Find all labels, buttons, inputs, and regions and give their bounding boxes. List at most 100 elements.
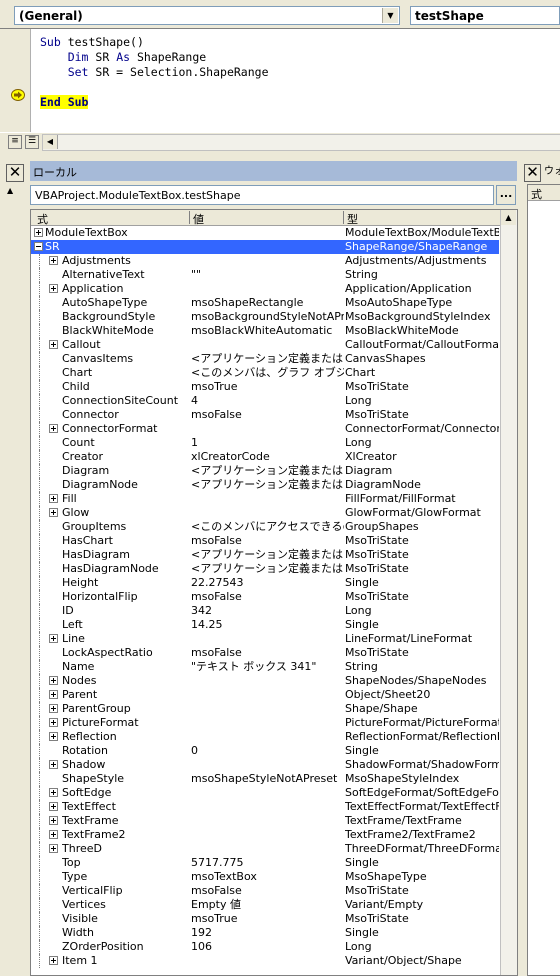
variable-row[interactable]: CanvasItems <アプリケーション定義またはオブジェクト定義のエラーです。…	[31, 352, 499, 366]
expand-icon[interactable]	[49, 788, 58, 797]
variable-row[interactable]: Visible msoTrue MsoTriState	[31, 912, 499, 926]
expand-icon[interactable]	[49, 732, 58, 741]
variable-row[interactable]: Shadow ShadowFormat/ShadowFormat	[31, 758, 499, 772]
variable-row[interactable]: SR ShapeRange/ShapeRange	[31, 240, 499, 254]
variable-row[interactable]: ConnectionSiteCount 4 Long	[31, 394, 499, 408]
variable-row[interactable]: ID 342 Long	[31, 604, 499, 618]
header-expression[interactable]: 式	[37, 211, 48, 227]
chevron-down-icon[interactable]: ▼	[382, 8, 398, 23]
variable-row[interactable]: Vertices Empty 値 Variant/Empty	[31, 898, 499, 912]
variable-row[interactable]: BlackWhiteMode msoBlackWhiteAutomatic MsoB…	[31, 324, 499, 338]
variable-row[interactable]: Callout CalloutFormat/CalloutFormat	[31, 338, 499, 352]
expand-icon[interactable]	[49, 284, 58, 293]
variable-row[interactable]: TextFrame2 TextFrame2/TextFrame2	[31, 828, 499, 842]
variable-row[interactable]: Type msoTextBox MsoShapeType	[31, 870, 499, 884]
variable-row[interactable]: Name "テキスト ボックス 341" String	[31, 660, 499, 674]
header-divider[interactable]	[343, 211, 344, 224]
expand-icon[interactable]	[49, 424, 58, 433]
variable-row[interactable]: Adjustments Adjustments/Adjustments	[31, 254, 499, 268]
variable-row[interactable]: HorizontalFlip msoFalse MsoTriState	[31, 590, 499, 604]
procedure-combo[interactable]: testShape	[410, 6, 560, 25]
variable-row[interactable]: TextFrame TextFrame/TextFrame	[31, 814, 499, 828]
expand-icon[interactable]	[49, 508, 58, 517]
variable-row[interactable]: Rotation 0 Single	[31, 744, 499, 758]
variable-row[interactable]: Parent Object/Sheet20	[31, 688, 499, 702]
variable-row[interactable]: Nodes ShapeNodes/ShapeNodes	[31, 674, 499, 688]
variable-row[interactable]: ModuleTextBox ModuleTextBox/ModuleTextBox	[31, 226, 499, 240]
variable-row[interactable]: HasDiagramNode <アプリケーション定義またはオブジェクト定義のエラー…	[31, 562, 499, 576]
expand-icon[interactable]	[49, 256, 58, 265]
expand-icon[interactable]	[49, 816, 58, 825]
expand-icon[interactable]	[49, 690, 58, 699]
variable-row[interactable]: SoftEdge SoftEdgeFormat/SoftEdgeFormat	[31, 786, 499, 800]
expand-icon[interactable]	[49, 704, 58, 713]
scroll-up-icon[interactable]: ▲	[501, 210, 516, 225]
header-type[interactable]: 型	[347, 211, 358, 227]
procedure-view-icon[interactable]: ≡	[8, 135, 22, 149]
expand-icon[interactable]	[49, 830, 58, 839]
variable-row[interactable]: DiagramNode<アプリケーション定義またはオブジェクト定義のエラーです。…	[31, 478, 499, 492]
call-stack-button[interactable]: ...	[496, 185, 516, 205]
variable-row[interactable]: Width 192 Single	[31, 926, 499, 940]
code-line[interactable]: Sub testShape()	[40, 35, 144, 50]
variable-row[interactable]: Glow GlowFormat/GlowFormat	[31, 506, 499, 520]
expand-icon[interactable]	[49, 760, 58, 769]
variable-row[interactable]: ConnectorFormat ConnectorFormat/Connector…	[31, 422, 499, 436]
variable-row[interactable]: BackgroundStyle msoBackgroundStyleNotAPre…	[31, 310, 499, 324]
watch-header-expression[interactable]: 式	[531, 186, 542, 202]
variable-row[interactable]: Top 5717.775 Single	[31, 856, 499, 870]
variable-row[interactable]: Fill FillFormat/FillFormat	[31, 492, 499, 506]
expand-icon[interactable]	[34, 228, 43, 237]
vertical-scrollbar[interactable]: ▲	[500, 210, 517, 975]
variable-row[interactable]: HasDiagram <アプリケーション定義またはオブジェクト定義のエラーです。>…	[31, 548, 499, 562]
variable-row[interactable]: HasChart msoFalse MsoTriState	[31, 534, 499, 548]
expand-icon[interactable]	[49, 494, 58, 503]
code-editor[interactable]: Sub testShape() Dim SR As ShapeRange Set…	[0, 28, 560, 133]
variable-row[interactable]: VerticalFlip msoFalse MsoTriState	[31, 884, 499, 898]
variable-row[interactable]: Creator xlCreatorCode XlCreator	[31, 450, 499, 464]
variable-row[interactable]: Connector msoFalse MsoTriState	[31, 408, 499, 422]
expand-icon[interactable]	[49, 844, 58, 853]
variable-row[interactable]: Child msoTrue MsoTriState	[31, 380, 499, 394]
variable-row[interactable]: ParentGroup Shape/Shape	[31, 702, 499, 716]
expand-icon[interactable]	[49, 634, 58, 643]
variable-row[interactable]: Diagram<アプリケーション定義またはオブジェクト定義のエラーです。>Dia…	[31, 464, 499, 478]
variable-row[interactable]: Height 22.27543 Single	[31, 576, 499, 590]
header-divider[interactable]	[189, 211, 190, 224]
code-line[interactable]: Dim SR As ShapeRange	[40, 50, 207, 65]
variable-row[interactable]: Count 1 Long	[31, 436, 499, 450]
variable-row[interactable]: ShapeStyle msoShapeStyleNotAPreset MsoShap…	[31, 772, 499, 786]
code-line[interactable]: End Sub	[40, 95, 89, 110]
collapse-icon[interactable]	[34, 242, 43, 251]
variable-row[interactable]: ZOrderPosition 106 Long	[31, 940, 499, 954]
expand-icon[interactable]	[49, 718, 58, 727]
horizontal-scrollbar[interactable]: ◀	[42, 134, 560, 151]
variable-row[interactable]: Chart<このメンバは、グラフ オブジェクトに対してのみ使用できます。>Cha…	[31, 366, 499, 380]
full-module-view-icon[interactable]: ☰	[25, 135, 39, 149]
variable-row[interactable]: Line LineFormat/LineFormat	[31, 632, 499, 646]
variable-row[interactable]: AlternativeText "" String	[31, 268, 499, 282]
variable-row[interactable]: TextEffect TextEffectFormat/TextEffectFor…	[31, 800, 499, 814]
expand-icon[interactable]	[49, 676, 58, 685]
code-line[interactable]: Set SR = Selection.ShapeRange	[40, 65, 269, 80]
variable-row[interactable]: PictureFormat PictureFormat/PictureFormat	[31, 716, 499, 730]
expand-icon[interactable]	[49, 956, 58, 965]
variable-row[interactable]: Left 14.25 Single	[31, 618, 499, 632]
variable-row[interactable]: GroupItems <このメンバにアクセスできるのはグループだけです。>Grou…	[31, 520, 499, 534]
object-combo[interactable]: (General) ▼	[14, 6, 400, 25]
expand-icon[interactable]	[49, 802, 58, 811]
variable-row[interactable]: Reflection ReflectionFormat/ReflectionFor…	[31, 730, 499, 744]
scroll-up-icon[interactable]: ▲	[7, 186, 13, 195]
margin-indicator-bar[interactable]	[0, 29, 31, 133]
header-value[interactable]: 値	[193, 211, 204, 227]
locals-title-bar[interactable]: ローカル	[30, 161, 517, 181]
scroll-left-icon[interactable]: ◀	[43, 135, 58, 149]
expand-icon[interactable]	[49, 340, 58, 349]
variable-row[interactable]: Item 1 Variant/Object/Shape	[31, 954, 499, 968]
variable-row[interactable]: Application Application/Application	[31, 282, 499, 296]
variable-row[interactable]: LockAspectRatio msoFalse MsoTriState	[31, 646, 499, 660]
close-icon[interactable]: ✕	[6, 164, 24, 182]
close-icon[interactable]: ✕	[524, 164, 541, 182]
variable-row[interactable]: ThreeD ThreeDFormat/ThreeDFormat	[31, 842, 499, 856]
variable-row[interactable]: AutoShapeType msoShapeRectangle MsoAutoSha…	[31, 296, 499, 310]
